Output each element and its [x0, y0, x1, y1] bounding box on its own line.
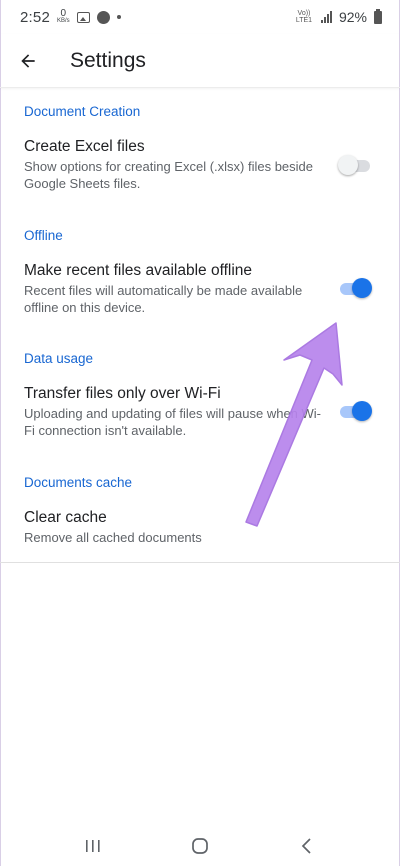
network-speed-value: 0 — [60, 7, 67, 19]
back-icon — [301, 838, 311, 854]
setting-description: Remove all cached documents — [24, 530, 202, 545]
status-left: 2:52 0 KB/s — [20, 7, 121, 26]
section-data-usage: Data usage — [0, 347, 400, 370]
section-header: Offline — [24, 228, 63, 243]
battery-percentage: 92% — [338, 9, 367, 25]
setting-title: Create Excel files — [24, 138, 145, 155]
battery-icon — [374, 8, 382, 24]
status-bar: 2:52 0 KB/s Vo)) LTE1 92% — [0, 0, 400, 34]
system-nav-bar — [0, 826, 400, 866]
toggle-thumb — [352, 278, 372, 298]
setting-title: Clear cache — [24, 509, 107, 526]
setting-description: Show options for creating Excel (.xlsx) … — [24, 159, 314, 191]
recent-apps-button[interactable] — [73, 831, 113, 861]
section-document-creation: Document Creation — [0, 100, 400, 123]
section-header: Data usage — [24, 351, 94, 366]
messenger-notification-icon — [96, 10, 110, 24]
page-title: Settings — [70, 48, 146, 72]
setting-description: Uploading and updating of files will pau… — [24, 406, 322, 438]
toggle-thumb — [352, 401, 372, 421]
status-right: Vo)) LTE1 92% — [294, 8, 382, 25]
signal-icon — [320, 11, 332, 23]
section-header: Documents cache — [24, 475, 133, 490]
setting-wifi-only[interactable]: Transfer files only over Wi-Fi Uploading… — [0, 383, 400, 439]
network-speed-unit: KB/s — [57, 17, 70, 24]
section-documents-cache: Documents cache — [0, 471, 400, 494]
setting-create-excel[interactable]: Create Excel files Show options for crea… — [0, 136, 400, 192]
gallery-notification-icon — [76, 11, 90, 23]
home-button[interactable] — [180, 831, 220, 861]
list-end-divider — [0, 562, 400, 563]
more-notifications-icon — [116, 15, 121, 19]
app-bar: Settings — [0, 34, 400, 88]
system-back-button[interactable] — [287, 831, 327, 861]
status-time: 2:52 — [20, 8, 50, 26]
setting-clear-cache[interactable]: Clear cache Remove all cached documents — [0, 507, 400, 546]
home-icon — [192, 838, 208, 854]
setting-title: Transfer files only over Wi-Fi — [24, 385, 221, 402]
arrow-back-icon — [21, 53, 35, 68]
section-header: Document Creation — [24, 104, 141, 119]
wifi-only-toggle[interactable] — [338, 401, 372, 421]
back-button[interactable] — [0, 34, 56, 88]
toggle-thumb — [338, 155, 358, 175]
setting-title: Make recent files available offline — [24, 262, 253, 279]
create-excel-toggle[interactable] — [338, 155, 372, 175]
setting-offline-files[interactable]: Make recent files available offline Rece… — [0, 260, 400, 316]
section-offline: Offline — [0, 224, 400, 247]
volte-label: Vo)) LTE1 — [295, 10, 313, 24]
recent-apps-icon — [86, 840, 100, 852]
setting-description: Recent files will automatically be made … — [24, 283, 303, 315]
network-speed: 0 KB/s — [57, 7, 70, 25]
offline-files-toggle[interactable] — [338, 278, 372, 298]
